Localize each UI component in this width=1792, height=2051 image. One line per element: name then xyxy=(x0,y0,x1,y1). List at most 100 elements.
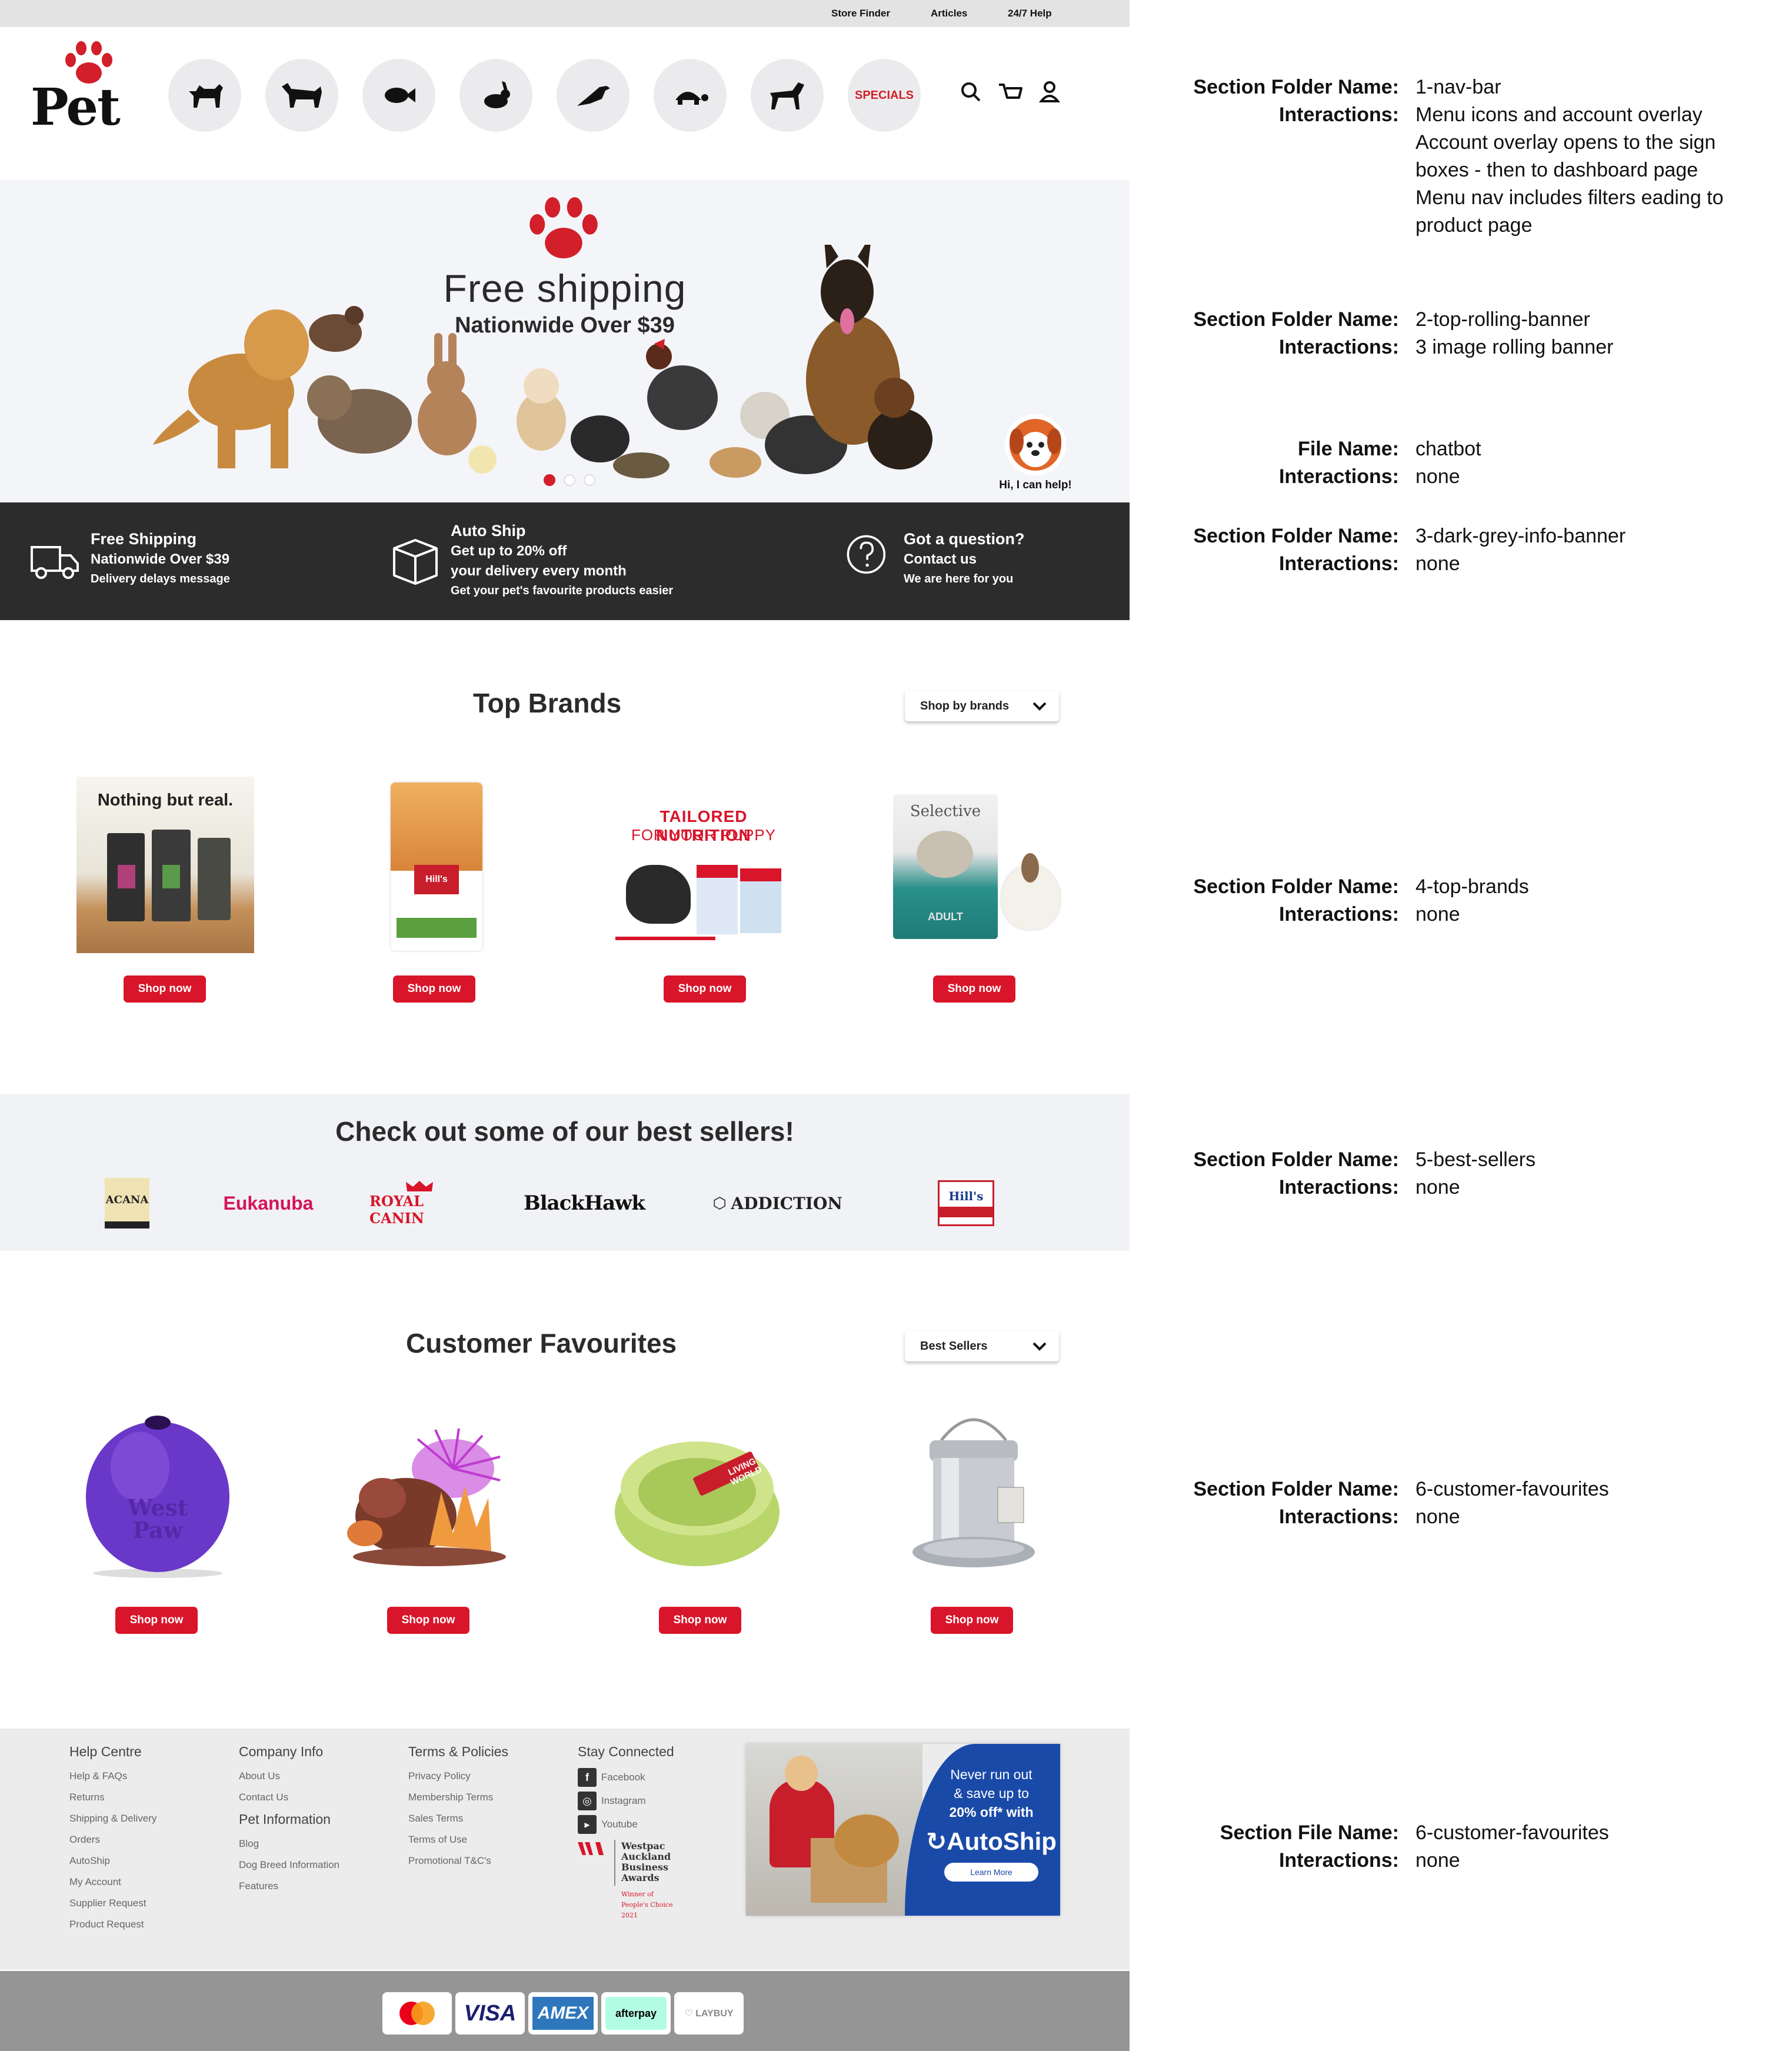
footer-link[interactable]: Help & FAQs xyxy=(69,1766,156,1787)
annotation-value: 3-dark-grey-info-banner xyxy=(1415,525,1626,547)
footer-link[interactable]: About Us xyxy=(239,1766,339,1787)
instagram-link[interactable]: ◎ Instagram xyxy=(578,1789,674,1813)
account-button[interactable] xyxy=(1038,80,1064,106)
footer-link[interactable]: Orders xyxy=(69,1829,156,1850)
award-line-3: Winner of People's Choice 2021 xyxy=(621,1890,673,1919)
shop-now-button[interactable]: Shop now xyxy=(933,975,1015,1003)
acana-logo: ACANA xyxy=(105,1178,149,1228)
footer-link[interactable]: Returns xyxy=(69,1787,156,1808)
question-icon xyxy=(847,535,886,574)
info-contact-link[interactable]: Contact us xyxy=(904,550,1025,570)
brand-addiction[interactable]: ADDICTION xyxy=(713,1177,842,1230)
annotation-value: 4-top-brands xyxy=(1415,875,1529,898)
brand-acana[interactable]: ACANA xyxy=(104,1177,151,1230)
product-aquarium-ornament[interactable] xyxy=(341,1427,518,1569)
payment-bar: VISA AMEX afterpay ♡ LAYBUY xyxy=(0,1971,1130,2051)
green-bowl-image xyxy=(615,1441,780,1566)
annotation-value: none xyxy=(1415,1506,1460,1528)
store-finder-link[interactable]: Store Finder xyxy=(831,8,890,19)
nav-fish[interactable] xyxy=(362,59,435,132)
search-button[interactable] xyxy=(959,80,985,106)
best-sellers-dropdown[interactable]: Best Sellers xyxy=(905,1331,1059,1361)
shop-now-button[interactable]: Shop now xyxy=(124,975,206,1003)
brand-hills[interactable]: Hill's xyxy=(937,1177,995,1230)
logo-wordmark: Pet xyxy=(31,78,121,137)
shop-now-button[interactable]: Shop now xyxy=(931,1607,1013,1634)
cart-icon xyxy=(999,84,1022,99)
nav-rabbit[interactable] xyxy=(459,59,532,132)
youtube-link[interactable]: ▸ Youtube xyxy=(578,1813,674,1836)
shop-by-brands-dropdown[interactable]: Shop by brands xyxy=(905,691,1059,721)
banner-dot-3[interactable] xyxy=(584,474,595,486)
facebook-link[interactable]: f Facebook xyxy=(578,1766,674,1789)
banner-dot-1[interactable] xyxy=(544,474,555,486)
footer-link[interactable]: Dog Breed Information xyxy=(239,1854,339,1876)
horse-icon xyxy=(770,82,804,109)
footer-link[interactable]: Product Request xyxy=(69,1914,156,1935)
footer-link[interactable]: Promotional T&C's xyxy=(408,1850,508,1872)
footer-link[interactable]: Shipping & Delivery xyxy=(69,1808,156,1829)
brand-eukanuba[interactable]: Eukanuba xyxy=(209,1177,327,1230)
nav-specials[interactable]: SPECIALS xyxy=(848,59,921,132)
nav-bird[interactable] xyxy=(557,59,629,132)
banner-dot-2[interactable] xyxy=(564,474,575,486)
laybuy-logo: ♡ LAYBUY xyxy=(684,2007,733,2019)
product-ceramic-bowl[interactable]: LIVING WORLD xyxy=(612,1424,782,1571)
footer-link[interactable]: Contact Us xyxy=(239,1787,339,1808)
addiction-emblem-icon xyxy=(714,1196,726,1210)
shop-now-button[interactable]: Shop now xyxy=(664,975,746,1003)
annotation-value: none xyxy=(1415,1849,1460,1872)
footer-link[interactable]: Privacy Policy xyxy=(408,1766,508,1787)
shop-now-button[interactable]: Shop now xyxy=(115,1607,198,1634)
nav-horse[interactable] xyxy=(751,59,824,132)
shop-now-button[interactable]: Shop now xyxy=(387,1607,469,1634)
shop-now-button[interactable]: Shop now xyxy=(659,1607,741,1634)
footer-link[interactable]: Features xyxy=(239,1876,339,1897)
afterpay-logo: afterpay xyxy=(605,1997,667,2030)
nav-cat[interactable] xyxy=(265,59,338,132)
customer-favourites-title: Customer Favourites xyxy=(406,1328,677,1359)
annotation-label: Interactions: xyxy=(1278,1849,1399,1872)
promo-photo xyxy=(746,1744,922,1916)
footer-link[interactable]: Terms of Use xyxy=(408,1829,508,1850)
chatbot-label: Hi, I can help! xyxy=(999,479,1072,491)
annotation-value: Menu nav includes filters eading to xyxy=(1415,187,1724,209)
footer-link[interactable]: My Account xyxy=(69,1872,156,1893)
info-autoship-line1: Get up to 20% off xyxy=(451,543,567,559)
brand-card-hills[interactable]: Hill's xyxy=(346,777,528,953)
shop-now-button[interactable]: Shop now xyxy=(393,975,475,1003)
brand-card-acana[interactable]: Nothing but real. xyxy=(75,777,258,953)
brand-blackhawk[interactable]: BlackHawk xyxy=(517,1177,652,1230)
annotation-label: File Name: xyxy=(1298,438,1399,460)
selective-brand: Selective xyxy=(910,803,981,820)
visa-badge: VISA xyxy=(455,1992,525,2035)
product-poultry-feeder[interactable] xyxy=(906,1405,1041,1576)
cart-button[interactable] xyxy=(998,80,1024,106)
fish-icon xyxy=(385,88,415,103)
brand-card-selective[interactable]: Selective ADULT xyxy=(885,777,1067,953)
nav-turtle[interactable] xyxy=(654,59,727,132)
product-dog-toy-ball[interactable]: West Paw xyxy=(81,1409,234,1579)
help-link[interactable]: 24/7 Help xyxy=(1008,8,1052,19)
brand-royal-canin[interactable]: ROYAL CANIN xyxy=(369,1177,469,1230)
footer-link[interactable]: Sales Terms xyxy=(408,1808,508,1829)
nav-dog[interactable] xyxy=(168,59,241,132)
promo-line-3: 20% off* with xyxy=(949,1804,1034,1820)
instagram-label: Instagram xyxy=(601,1795,646,1806)
footer-link[interactable]: Blog xyxy=(239,1833,339,1854)
footer-link[interactable]: AutoShip xyxy=(69,1850,156,1872)
chatbot[interactable]: Hi, I can help! xyxy=(994,413,1077,501)
hero-rolling-banner[interactable]: Free shipping Nationwide Over $39 Hi, I … xyxy=(0,180,1130,502)
annotation-value: chatbot xyxy=(1415,438,1481,460)
footer-link[interactable]: Membership Terms xyxy=(408,1787,508,1808)
learn-more-button[interactable]: Learn More xyxy=(944,1863,1038,1882)
articles-link[interactable]: Articles xyxy=(931,8,967,19)
royal-canin-subline: FOR YOUR PUPPY xyxy=(631,826,777,844)
autoship-promo-banner[interactable]: Never run out & save up to 20% off* with… xyxy=(746,1744,1060,1916)
footer-link[interactable]: Supplier Request xyxy=(69,1893,156,1914)
feeder-image xyxy=(912,1418,1035,1567)
crown-icon xyxy=(406,1181,433,1191)
brand-card-royal-canin[interactable]: TAILORED NUTRITION FOR YOUR PUPPY xyxy=(615,777,798,953)
specials-label: SPECIALS xyxy=(854,88,914,102)
pet-logo[interactable]: Pet xyxy=(28,40,122,137)
